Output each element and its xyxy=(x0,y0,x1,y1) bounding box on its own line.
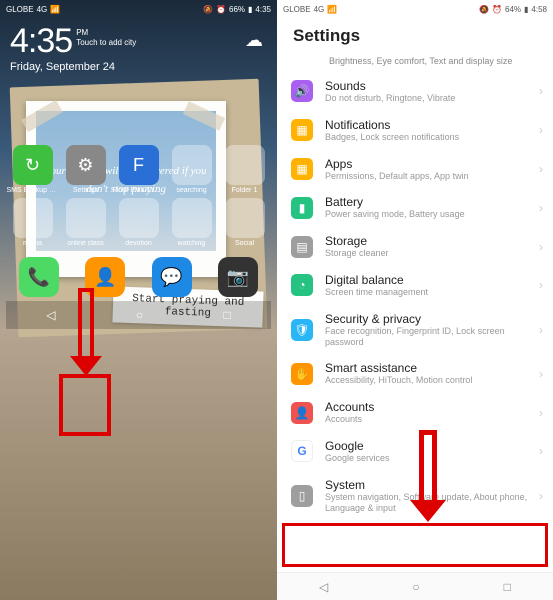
nav-home[interactable]: ○ xyxy=(412,580,419,594)
item-desc: Accounts xyxy=(325,414,539,425)
app-label: Social xyxy=(219,240,271,247)
chevron-right-icon: › xyxy=(539,84,543,98)
app-label: Settings xyxy=(60,187,112,194)
settings-icon: ▦ xyxy=(291,119,313,141)
item-desc: Accessibility, HiTouch, Motion control xyxy=(325,375,539,386)
app-dock[interactable]: 📞 xyxy=(15,257,63,297)
status-bar: GLOBE4G📶 🔕⏰64%▮4:58 xyxy=(277,0,553,18)
phone-home-screen: GLOBE4G📶 🔕⏰66%▮4:35 4:35 PMTouch to add … xyxy=(0,0,277,600)
app-devotion[interactable]: devotion xyxy=(115,198,163,247)
chevron-right-icon: › xyxy=(539,323,543,337)
item-desc: Badges, Lock screen notifications xyxy=(325,132,539,143)
item-name: Security & privacy xyxy=(325,312,539,326)
nav-recent[interactable]: □ xyxy=(504,580,511,594)
settings-icon: 👤 xyxy=(291,402,313,424)
settings-item-security-privacy[interactable]: 🛡 Security & privacyFace recognition, Fin… xyxy=(277,305,553,355)
truncated-item-desc: Brightness, Eye comfort, Text and displa… xyxy=(277,56,553,72)
app-social[interactable]: Social xyxy=(221,198,269,247)
settings-item-google[interactable]: GGoogleGoogle services› xyxy=(277,432,553,471)
item-name: Accounts xyxy=(325,400,539,414)
annotation-arrow xyxy=(419,430,446,522)
settings-item-storage[interactable]: ▤ StorageStorage cleaner› xyxy=(277,227,553,266)
nav-recent[interactable]: □ xyxy=(224,308,231,322)
settings-icon: ▤ xyxy=(291,236,313,258)
status-bar: GLOBE4G📶 🔕⏰66%▮4:35 xyxy=(0,0,277,18)
app-label: media xyxy=(7,240,59,247)
app-label: online class xyxy=(60,240,112,247)
settings-item-sounds[interactable]: 🔊 SoundsDo not disturb, Ringtone, Vibrate… xyxy=(277,72,553,111)
settings-item-digital-balance[interactable]: ◔ Digital balanceScreen time management› xyxy=(277,266,553,305)
item-desc: Do not disturb, Ringtone, Vibrate xyxy=(325,93,539,104)
item-desc: Permissions, Default apps, App twin xyxy=(325,171,539,182)
clock-widget[interactable]: 4:35 PMTouch to add city xyxy=(0,18,277,61)
item-name: Smart assistance xyxy=(325,361,539,375)
settings-item-smart-assistance[interactable]: ✋ Smart assistanceAccessibility, HiTouch,… xyxy=(277,354,553,393)
app-online-class[interactable]: online class xyxy=(62,198,110,247)
annotation-highlight-box xyxy=(59,374,111,436)
app-label: SMS Backup & Restore xyxy=(7,187,59,194)
app-folder-1[interactable]: Folder 1 xyxy=(221,145,269,194)
app-settings[interactable]: ⚙Settings xyxy=(62,145,110,194)
nav-back[interactable]: ◁ xyxy=(319,580,328,594)
item-desc: Face recognition, Fingerprint ID, Lock s… xyxy=(325,326,539,348)
settings-item-apps[interactable]: ▦ AppsPermissions, Default apps, App twin… xyxy=(277,150,553,189)
settings-icon: 🔊 xyxy=(291,80,313,102)
phone-settings-screen: GLOBE4G📶 🔕⏰64%▮4:58 Settings Brightness,… xyxy=(277,0,553,600)
chevron-right-icon: › xyxy=(539,489,543,503)
nav-bar: ◁ ○ □ xyxy=(277,572,553,600)
settings-item-notifications[interactable]: ▦ NotificationsBadges, Lock screen notifi… xyxy=(277,111,553,150)
settings-icon: ▮ xyxy=(291,197,313,219)
item-name: Digital balance xyxy=(325,273,539,287)
app-label: watching xyxy=(166,240,218,247)
item-desc: Storage cleaner xyxy=(325,248,539,259)
clock-time: 4:35 xyxy=(10,22,72,61)
item-name: Battery xyxy=(325,195,539,209)
settings-icon: ▯ xyxy=(291,485,313,507)
chevron-right-icon: › xyxy=(539,123,543,137)
item-name: Apps xyxy=(325,157,539,171)
chevron-right-icon: › xyxy=(539,240,543,254)
app-searching[interactable]: searching xyxy=(168,145,216,194)
chevron-right-icon: › xyxy=(539,162,543,176)
app-label: searching xyxy=(166,187,218,194)
item-desc: Screen time management xyxy=(325,287,539,298)
page-indicator xyxy=(6,251,271,255)
chevron-right-icon: › xyxy=(539,367,543,381)
date-label: Friday, September 24 xyxy=(0,61,277,79)
item-name: Sounds xyxy=(325,79,539,93)
page-title: Settings xyxy=(277,18,553,56)
settings-item-accounts[interactable]: 👤 AccountsAccounts› xyxy=(277,393,553,432)
chevron-right-icon: › xyxy=(539,406,543,420)
app-sms-backup-restore[interactable]: ↻SMS Backup & Restore xyxy=(9,145,57,194)
settings-item-battery[interactable]: ▮ BatteryPower saving mode, Battery usage… xyxy=(277,188,553,227)
app-media[interactable]: media xyxy=(9,198,57,247)
app-label: Folder 1 xyxy=(219,187,271,194)
settings-list[interactable]: 🔊 SoundsDo not disturb, Ringtone, Vibrate… xyxy=(277,72,553,520)
settings-icon: G xyxy=(291,440,313,462)
item-name: Notifications xyxy=(325,118,539,132)
item-desc: Power saving mode, Battery usage xyxy=(325,209,539,220)
app-label: devotion xyxy=(113,240,165,247)
annotation-arrow xyxy=(78,288,102,376)
chevron-right-icon: › xyxy=(539,201,543,215)
nav-bar: ◁ ○ □ xyxy=(6,301,271,329)
app-watching[interactable]: watching xyxy=(168,198,216,247)
settings-icon: ▦ xyxy=(291,158,313,180)
app-dock[interactable]: 💬 xyxy=(148,257,196,297)
nav-home[interactable]: ○ xyxy=(136,308,143,322)
settings-icon: ✋ xyxy=(291,363,313,385)
app-floor-plan-creator[interactable]: FFloor Plan Creator xyxy=(115,145,163,194)
item-name: Storage xyxy=(325,234,539,248)
app-label: Floor Plan Creator xyxy=(113,187,165,194)
settings-icon: 🛡 xyxy=(291,319,313,341)
chevron-right-icon: › xyxy=(539,444,543,458)
annotation-highlight-box xyxy=(282,523,548,567)
app-dock[interactable]: 📷 xyxy=(214,257,262,297)
chevron-right-icon: › xyxy=(539,278,543,292)
nav-back[interactable]: ◁ xyxy=(46,308,55,322)
weather-icon[interactable]: ☁ xyxy=(245,30,263,51)
settings-icon: ◔ xyxy=(291,274,313,296)
